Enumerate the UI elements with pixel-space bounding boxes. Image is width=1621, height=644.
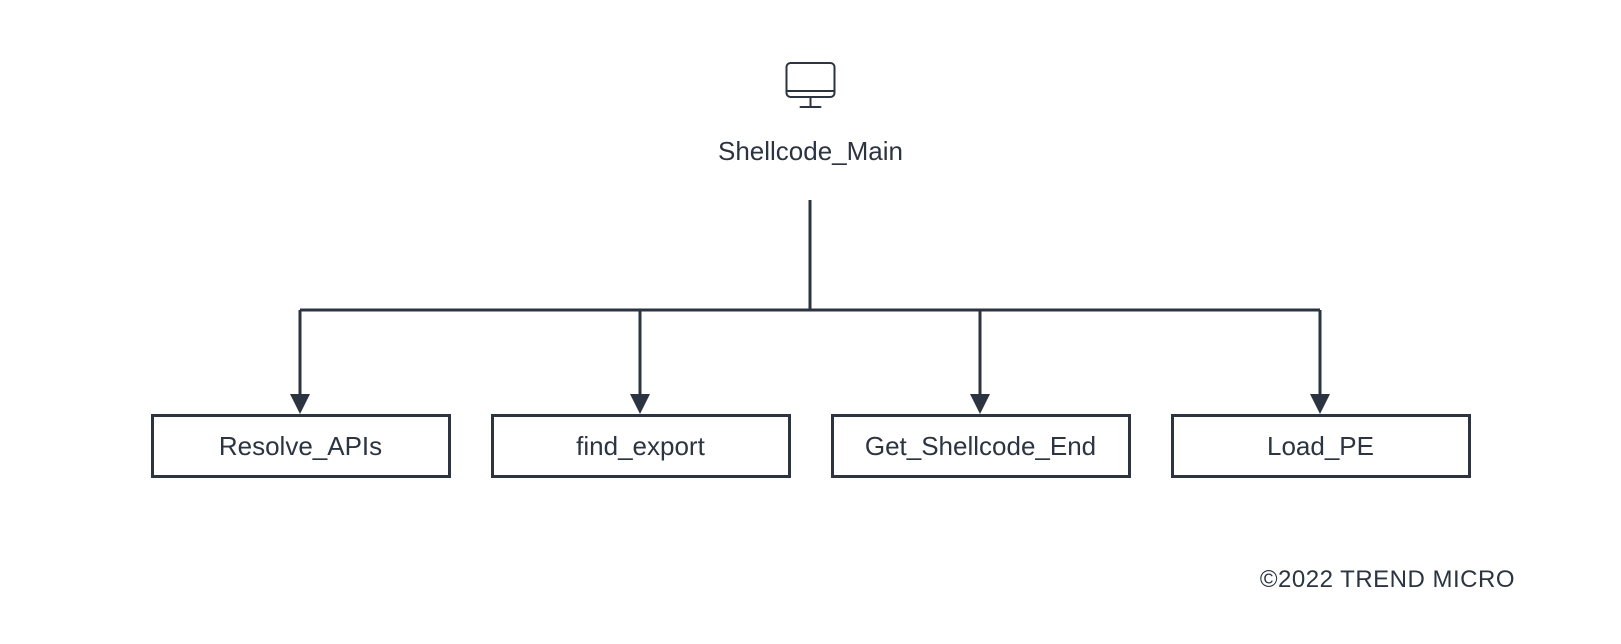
child-label: Load_PE bbox=[1267, 431, 1374, 462]
root-node: Shellcode_Main bbox=[718, 52, 903, 167]
child-row: Resolve_APIs find_export Get_Shellcode_E… bbox=[0, 414, 1621, 478]
shellcode-diagram: Shellcode_Main Resolve_APIs find_export … bbox=[0, 0, 1621, 644]
child-resolve-apis: Resolve_APIs bbox=[151, 414, 451, 478]
child-label: Get_Shellcode_End bbox=[865, 431, 1096, 462]
monitor-icon bbox=[775, 52, 845, 122]
child-label: Resolve_APIs bbox=[219, 431, 382, 462]
child-find-export: find_export bbox=[491, 414, 791, 478]
child-get-shellcode-end: Get_Shellcode_End bbox=[831, 414, 1131, 478]
child-label: find_export bbox=[576, 431, 705, 462]
root-label: Shellcode_Main bbox=[718, 136, 903, 167]
child-load-pe: Load_PE bbox=[1171, 414, 1471, 478]
copyright-text: ©2022 TREND MICRO bbox=[1260, 566, 1515, 594]
